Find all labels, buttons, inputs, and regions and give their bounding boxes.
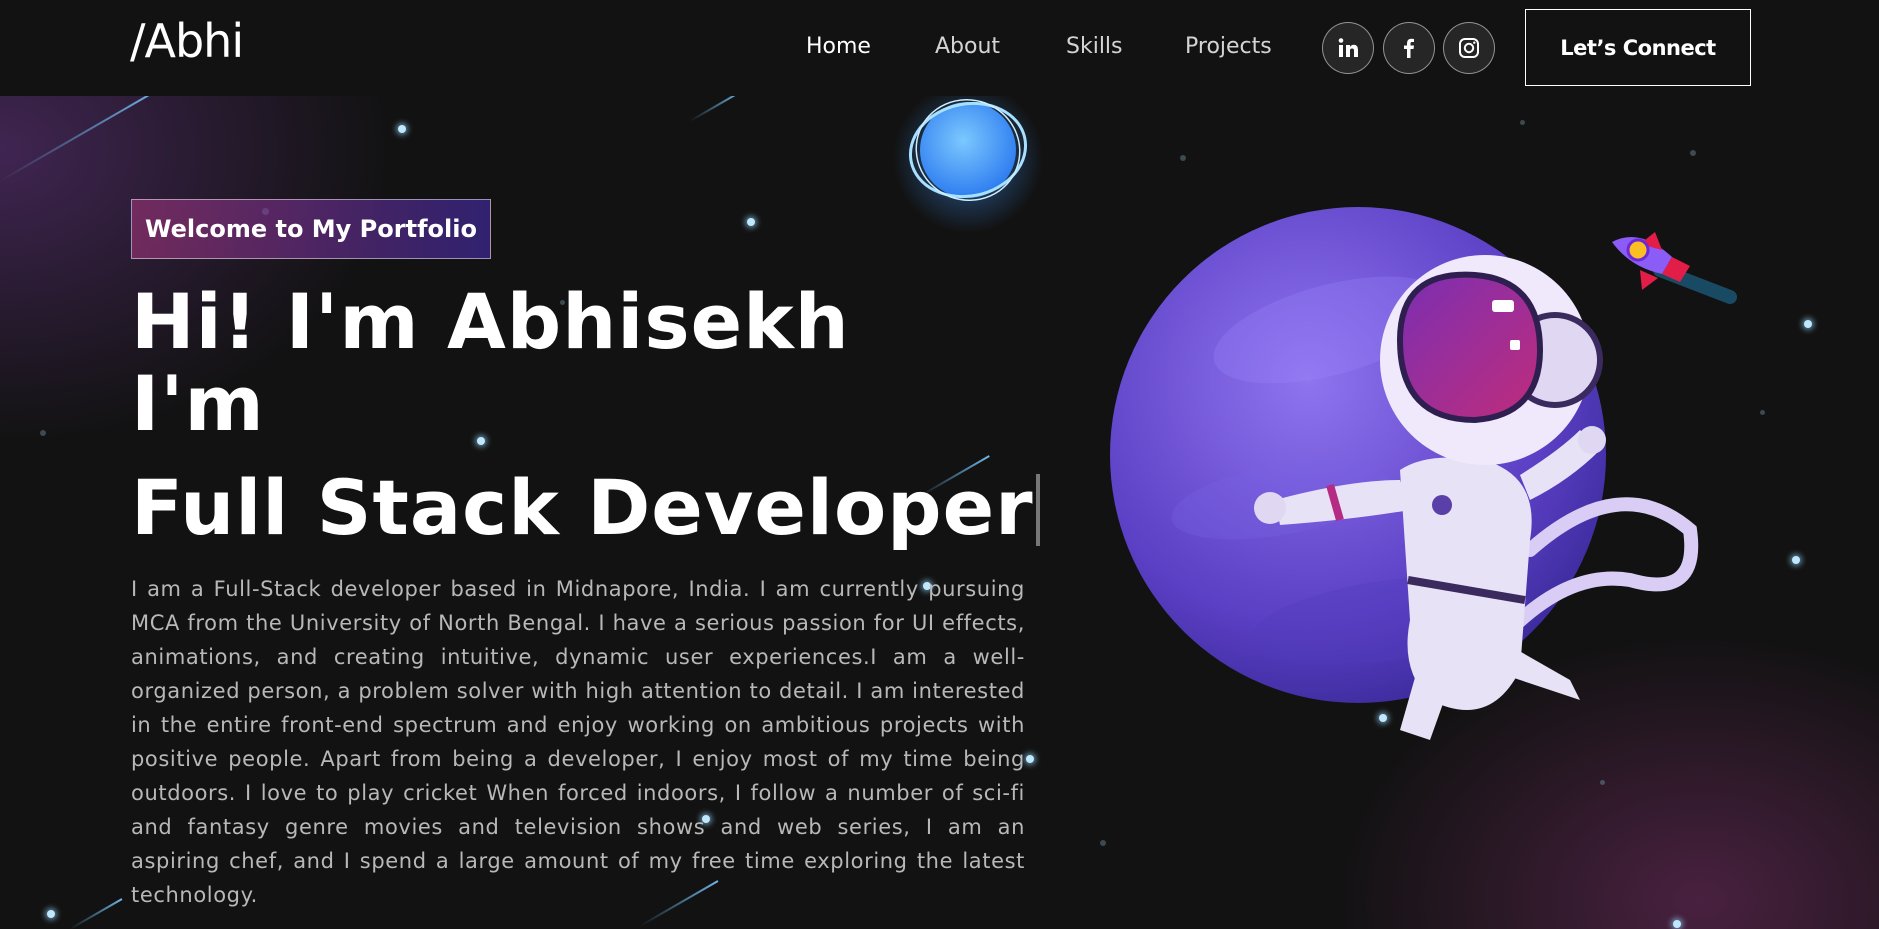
star	[1673, 920, 1681, 928]
shooting-star	[69, 898, 123, 929]
star	[1792, 556, 1800, 564]
navbar: /Abhi Home About Skills Projects Let’s C…	[0, 0, 1879, 96]
about-paragraph: I am a Full-Stack developer based in Mid…	[131, 577, 1025, 907]
star	[1760, 410, 1765, 415]
star	[1180, 155, 1186, 161]
star	[398, 125, 406, 133]
star	[1690, 150, 1696, 156]
lets-connect-button[interactable]: Let’s Connect	[1525, 9, 1751, 86]
instagram-icon	[1459, 38, 1479, 58]
hero-heading-line2: I'm	[131, 359, 265, 448]
nav-link-projects[interactable]: Projects	[1185, 34, 1272, 59]
portfolio-page: /Abhi Home About Skills Projects Let’s C…	[0, 0, 1879, 929]
shooting-star	[0, 85, 166, 182]
astronaut-planet-illustration	[1110, 207, 1699, 740]
hero-role-text: Full Stack Developer	[131, 463, 1034, 552]
linkedin-button[interactable]	[1322, 22, 1374, 74]
site-logo[interactable]: /Abhi	[130, 14, 244, 68]
nav-link-home[interactable]: Home	[806, 34, 871, 59]
facebook-button[interactable]	[1383, 22, 1435, 74]
star	[747, 218, 755, 226]
linkedin-icon	[1338, 38, 1358, 57]
star	[47, 910, 55, 918]
blue-planet-illustration	[893, 88, 1043, 233]
instagram-button[interactable]	[1443, 22, 1495, 74]
welcome-tagline: Welcome to My Portfolio	[131, 199, 491, 259]
star	[1026, 755, 1034, 763]
facebook-icon	[1404, 38, 1414, 58]
star	[1520, 120, 1525, 125]
hero-heading-line1: Hi! I'm Abhisekh	[131, 277, 850, 366]
nav-link-about[interactable]: About	[935, 34, 1000, 59]
star	[1100, 840, 1106, 846]
star	[40, 430, 46, 436]
nav-link-skills[interactable]: Skills	[1066, 34, 1123, 59]
star	[477, 437, 485, 445]
hero-role-line: Full Stack Developer	[131, 470, 1040, 546]
star	[1600, 780, 1605, 785]
typing-cursor	[1035, 474, 1040, 546]
star	[1804, 320, 1812, 328]
